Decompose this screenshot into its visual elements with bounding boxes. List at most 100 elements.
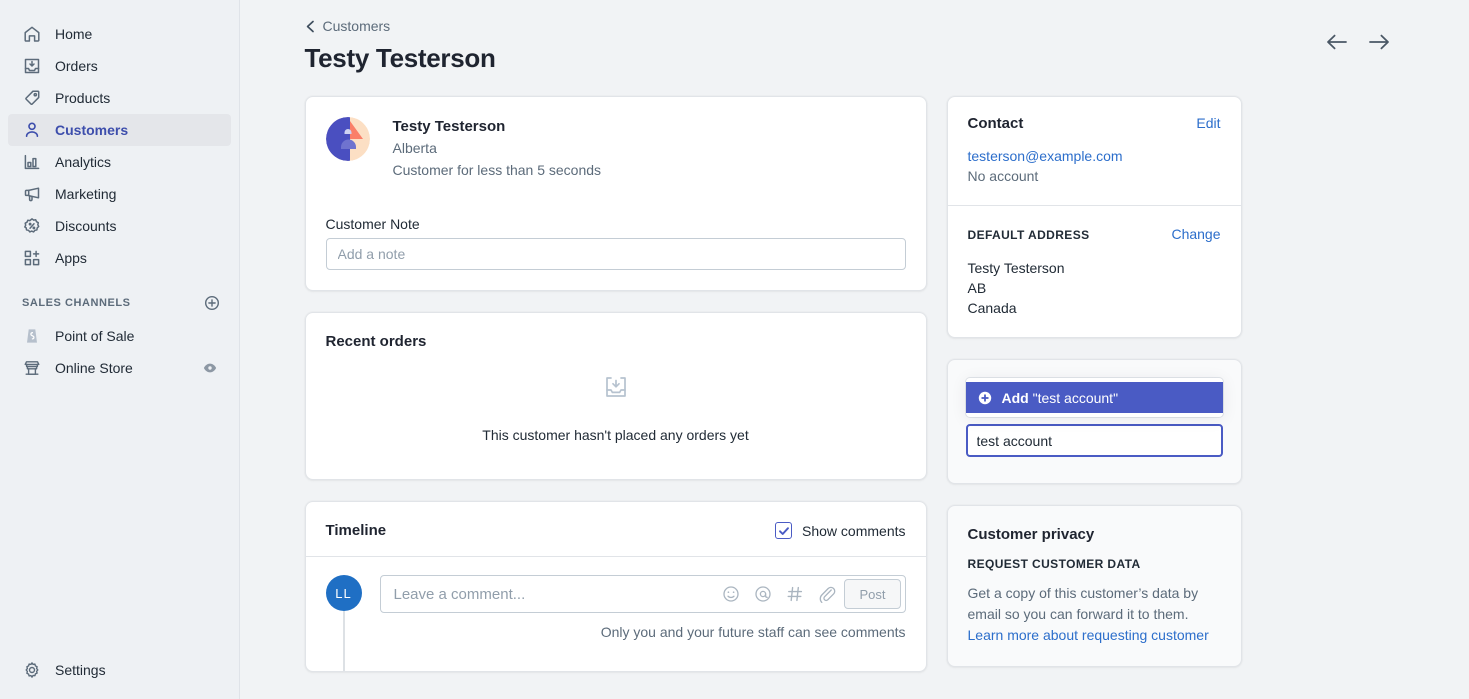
customer-note-label: Customer Note	[325, 216, 420, 232]
inbox-download-icon	[326, 374, 906, 400]
privacy-learn-more-link[interactable]: Learn more about requesting customer	[968, 627, 1209, 643]
comment-input-wrapper[interactable]: Leave a comment... Post	[379, 575, 906, 613]
circle-plus-icon[interactable]	[203, 294, 221, 312]
discount-percent-icon	[22, 216, 42, 236]
sales-channels-section-header: SALES CHANNELS	[0, 286, 239, 320]
gear-icon	[22, 660, 42, 680]
eye-icon[interactable]	[201, 359, 219, 377]
sidebar-item-marketing[interactable]: Marketing	[8, 178, 231, 210]
sidebar-item-home[interactable]: Home	[8, 18, 231, 50]
breadcrumb[interactable]: Customers	[305, 18, 391, 34]
emoji-smiley-icon[interactable]	[722, 585, 740, 603]
show-comments-toggle[interactable]: Show comments	[775, 522, 906, 539]
mention-at-icon[interactable]	[754, 585, 772, 603]
checkbox-checked-icon[interactable]	[775, 522, 793, 539]
contact-account-status: No account	[967, 168, 1039, 184]
contact-email-link[interactable]: testerson@example.com	[968, 148, 1123, 164]
sidebar-item-label: Analytics	[55, 154, 112, 170]
sidebar: Home Orders Products Customers Analytics…	[0, 0, 240, 699]
sidebar-item-label: Customers	[55, 122, 129, 138]
page-title: Testy Testerson	[304, 43, 496, 73]
sidebar-item-label: Point of Sale	[55, 328, 135, 344]
recent-orders-title: Recent orders	[325, 333, 427, 350]
sidebar-item-label: Home	[55, 26, 93, 42]
sidebar-item-orders[interactable]: Orders	[8, 50, 231, 82]
sidebar-item-apps[interactable]: Apps	[8, 242, 231, 274]
sidebar-item-online-store[interactable]: Online Store	[8, 352, 231, 384]
page-nav-arrows	[1323, 18, 1405, 56]
add-tag-prefix: Add	[1001, 389, 1029, 406]
sidebar-item-settings[interactable]: Settings	[8, 653, 231, 687]
timeline-avatar-column: LL	[325, 575, 362, 671]
product-tag-icon	[22, 88, 42, 108]
arrow-right-icon[interactable]	[1365, 28, 1393, 56]
address-line: Testy Testerson	[967, 260, 1065, 276]
customer-privacy-card: Customer privacy REQUEST CUSTOMER DATA G…	[946, 505, 1242, 667]
bar-chart-icon	[22, 152, 42, 172]
default-address-heading: DEFAULT ADDRESS	[967, 228, 1090, 242]
recent-orders-empty-text: This customer hasn't placed any orders y…	[482, 427, 749, 443]
primary-column: Testy Testerson Alberta Customer for les…	[304, 96, 927, 693]
megaphone-icon	[22, 184, 42, 204]
sidebar-item-customers[interactable]: Customers	[8, 114, 231, 146]
timeline-title: Timeline	[325, 522, 387, 539]
sidebar-item-products[interactable]: Products	[8, 82, 231, 114]
main-content: Customers Testy Testerson Testy Testerso…	[240, 0, 1469, 699]
secondary-column: Contact Edit testerson@example.com No ac…	[946, 96, 1242, 693]
customer-note-input[interactable]	[325, 238, 906, 270]
comment-input-placeholder[interactable]: Leave a comment...	[394, 586, 723, 603]
customer-summary-text: Testy Testerson Alberta Customer for les…	[393, 117, 602, 181]
attachment-paperclip-icon[interactable]	[818, 585, 836, 603]
sidebar-item-label: Discounts	[55, 218, 117, 234]
customer-name: Testy Testerson	[392, 118, 506, 135]
change-address-link[interactable]: Change	[1171, 226, 1220, 242]
circle-plus-filled-icon	[978, 391, 992, 405]
timeline-card: Timeline Show comments LL Leave a commen…	[304, 501, 927, 672]
sidebar-item-label: Online Store	[55, 360, 133, 376]
recent-orders-empty-state: This customer hasn't placed any orders y…	[326, 350, 906, 459]
comment-toolbar	[722, 585, 844, 603]
sidebar-item-label: Settings	[55, 662, 106, 678]
storefront-icon	[22, 358, 42, 378]
sales-channels-title: SALES CHANNELS	[22, 297, 131, 309]
chevron-left-icon	[305, 20, 316, 33]
sidebar-item-label: Marketing	[55, 186, 117, 202]
comment-composer: Leave a comment... Post Only you and you…	[379, 575, 906, 640]
page-header-left: Customers Testy Testerson	[305, 18, 1323, 74]
sidebar-item-point-of-sale[interactable]: Point of Sale	[8, 320, 231, 352]
point-of-sale-icon	[22, 326, 42, 346]
sidebar-item-label: Products	[55, 90, 111, 106]
arrow-left-icon[interactable]	[1323, 28, 1351, 56]
app-window: Home Orders Products Customers Analytics…	[0, 0, 1469, 699]
add-tag-option[interactable]: Add "test account"	[965, 382, 1223, 413]
contact-card: Contact Edit testerson@example.com No ac…	[946, 96, 1242, 338]
person-icon	[22, 120, 42, 140]
customer-tenure: Customer for less than 5 seconds	[392, 162, 602, 178]
customer-summary-card: Testy Testerson Alberta Customer for les…	[304, 96, 927, 291]
comment-composer-row: LL Leave a comment... Post Only you and …	[325, 575, 906, 671]
address-line: AB	[967, 280, 987, 296]
timeline-connector-line	[342, 611, 345, 671]
avatar: LL	[325, 575, 362, 611]
sidebar-item-label: Apps	[55, 250, 87, 266]
post-button[interactable]: Post	[844, 579, 901, 609]
contact-edit-link[interactable]: Edit	[1196, 115, 1220, 131]
content-container: Customers Testy Testerson Testy Testerso…	[304, 0, 1405, 693]
hashtag-icon[interactable]	[786, 585, 804, 603]
customer-location: Alberta	[392, 140, 437, 156]
address-line: Canada	[967, 300, 1017, 316]
sidebar-item-label: Orders	[55, 58, 98, 74]
comment-visibility-hint: Only you and your future staff can see c…	[600, 624, 906, 640]
tag-input[interactable]	[965, 424, 1223, 457]
breadcrumb-label: Customers	[322, 18, 391, 34]
show-comments-label: Show comments	[802, 522, 906, 539]
two-column-layout: Testy Testerson Alberta Customer for les…	[304, 96, 1405, 693]
request-customer-data-heading: REQUEST CUSTOMER DATA	[967, 557, 1141, 571]
privacy-description: Get a copy of this customer’s data by em…	[967, 585, 1199, 622]
sidebar-item-discounts[interactable]: Discounts	[8, 210, 231, 242]
add-tag-value: "test account"	[1032, 389, 1119, 406]
tags-card: Add "test account"	[946, 359, 1242, 484]
contact-title: Contact	[967, 115, 1024, 132]
sidebar-footer-nav: Settings	[0, 653, 239, 699]
sidebar-item-analytics[interactable]: Analytics	[8, 146, 231, 178]
